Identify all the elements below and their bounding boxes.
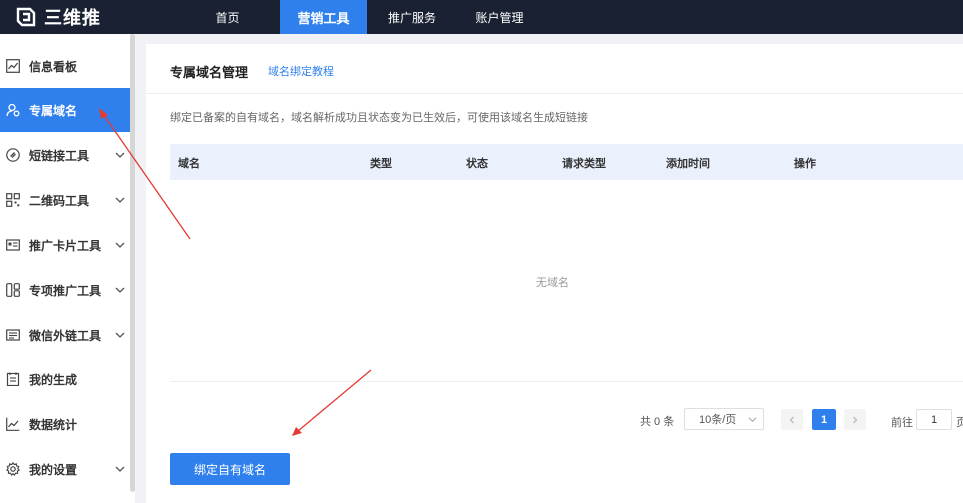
column-header-status: 状态 <box>466 158 488 170</box>
sidebar-item-dashboard[interactable]: 信息看板 <box>0 44 130 88</box>
sidebar-item-label: 数据统计 <box>29 417 78 432</box>
pagination-total: 共 0 条 <box>640 416 675 428</box>
wechat-card-icon <box>6 329 20 341</box>
chevron-down-icon <box>115 332 125 338</box>
link-icon <box>6 148 20 162</box>
page-title: 专属域名管理 <box>170 65 249 80</box>
empty-text: 无域名 <box>536 277 569 289</box>
chevron-down-icon <box>115 197 125 203</box>
sidebar-item-label: 我的生成 <box>29 372 78 387</box>
sidebar: 信息看板 专属域名 短链接工具 二维码工具 推广卡片工具 专项推广工具 微信外链… <box>0 34 135 503</box>
nav-account-management[interactable]: 账户管理 <box>457 0 542 34</box>
table-header: 域名 类型 状态 请求类型 添加时间 操作 <box>170 144 963 180</box>
logo-text: 三维推 <box>44 8 101 28</box>
sidebar-scrollbar[interactable] <box>130 34 135 492</box>
chevron-left-icon <box>789 416 794 423</box>
chevron-down-icon <box>115 152 125 158</box>
nav-marketing-tools[interactable]: 营销工具 <box>280 0 367 34</box>
goto-page-input[interactable] <box>916 409 952 430</box>
card-icon <box>6 239 20 251</box>
sidebar-item-label: 微信外链工具 <box>29 328 102 343</box>
chevron-down-icon <box>115 242 125 248</box>
sidebar-item-promo-card-tools[interactable]: 推广卡片工具 <box>0 223 130 267</box>
chevron-down-icon <box>115 287 125 293</box>
sidebar-item-label: 专项推广工具 <box>29 283 102 298</box>
sidebar-item-custom-domain[interactable]: 专属域名 <box>0 88 130 132</box>
domain-binding-tutorial-link[interactable]: 域名绑定教程 <box>268 63 334 79</box>
qrcode-icon <box>6 193 20 207</box>
stats-icon <box>6 417 20 431</box>
nav-promotion-services[interactable]: 推广服务 <box>367 0 457 34</box>
sidebar-item-label: 我的设置 <box>29 462 78 477</box>
goto-label: 前往 <box>891 417 913 429</box>
goto-suffix-label: 页 <box>956 417 963 429</box>
page-size-value: 10条/页 <box>699 414 737 426</box>
tool-icon <box>6 283 20 297</box>
sidebar-item-label: 二维码工具 <box>29 193 90 208</box>
next-page-button[interactable] <box>844 409 866 430</box>
column-header-request-type: 请求类型 <box>562 158 606 170</box>
sidebar-item-label: 专属域名 <box>29 103 78 118</box>
sidebar-item-label: 推广卡片工具 <box>29 238 102 253</box>
sidebar-item-wechat-link-tools[interactable]: 微信外链工具 <box>0 313 130 357</box>
main-nav: 首页 营销工具 推广服务 账户管理 <box>175 0 542 34</box>
domain-table: 域名 类型 状态 请求类型 添加时间 操作 无域名 <box>170 144 963 382</box>
column-header-actions: 操作 <box>794 158 816 170</box>
sidebar-item-short-link-tools[interactable]: 短链接工具 <box>0 133 130 177</box>
domain-user-icon <box>6 103 20 117</box>
sidebar-item-qrcode-tools[interactable]: 二维码工具 <box>0 178 130 222</box>
sidebar-item-data-statistics[interactable]: 数据统计 <box>0 402 130 446</box>
sidebar-item-my-generated[interactable]: 我的生成 <box>0 357 130 401</box>
description-text: 绑定已备案的自有域名，域名解析成功且状态变为已生效后，可使用该域名生成短链接 <box>170 112 588 124</box>
chevron-right-icon <box>853 416 858 423</box>
column-header-type: 类型 <box>370 158 392 170</box>
logo-icon <box>16 7 36 27</box>
logo[interactable]: 三维推 <box>0 4 175 30</box>
column-header-added-time: 添加时间 <box>666 158 710 170</box>
gear-icon <box>6 462 20 476</box>
prev-page-button[interactable] <box>781 409 803 430</box>
bind-own-domain-button[interactable]: 绑定自有域名 <box>170 453 290 485</box>
page-size-select[interactable]: 10条/页 <box>684 408 764 430</box>
page-number-current[interactable]: 1 <box>812 409 836 430</box>
chevron-down-icon <box>115 466 125 472</box>
sidebar-item-label: 信息看板 <box>29 59 78 74</box>
top-navigation-bar: 三维推 首页 营销工具 推广服务 账户管理 <box>0 0 963 34</box>
empty-state: 无域名 <box>170 274 963 290</box>
chart-icon <box>6 59 20 73</box>
column-header-domain: 域名 <box>178 158 200 170</box>
sidebar-item-special-promo-tools[interactable]: 专项推广工具 <box>0 268 130 312</box>
chevron-down-icon <box>748 417 757 423</box>
divider <box>146 93 963 94</box>
sidebar-item-my-settings[interactable]: 我的设置 <box>0 447 130 491</box>
list-icon <box>6 372 20 386</box>
nav-home[interactable]: 首页 <box>175 0 280 34</box>
main-panel: 专属域名管理 域名绑定教程 绑定已备案的自有域名，域名解析成功且状态变为已生效后… <box>146 44 963 503</box>
sidebar-item-label: 短链接工具 <box>29 148 90 163</box>
